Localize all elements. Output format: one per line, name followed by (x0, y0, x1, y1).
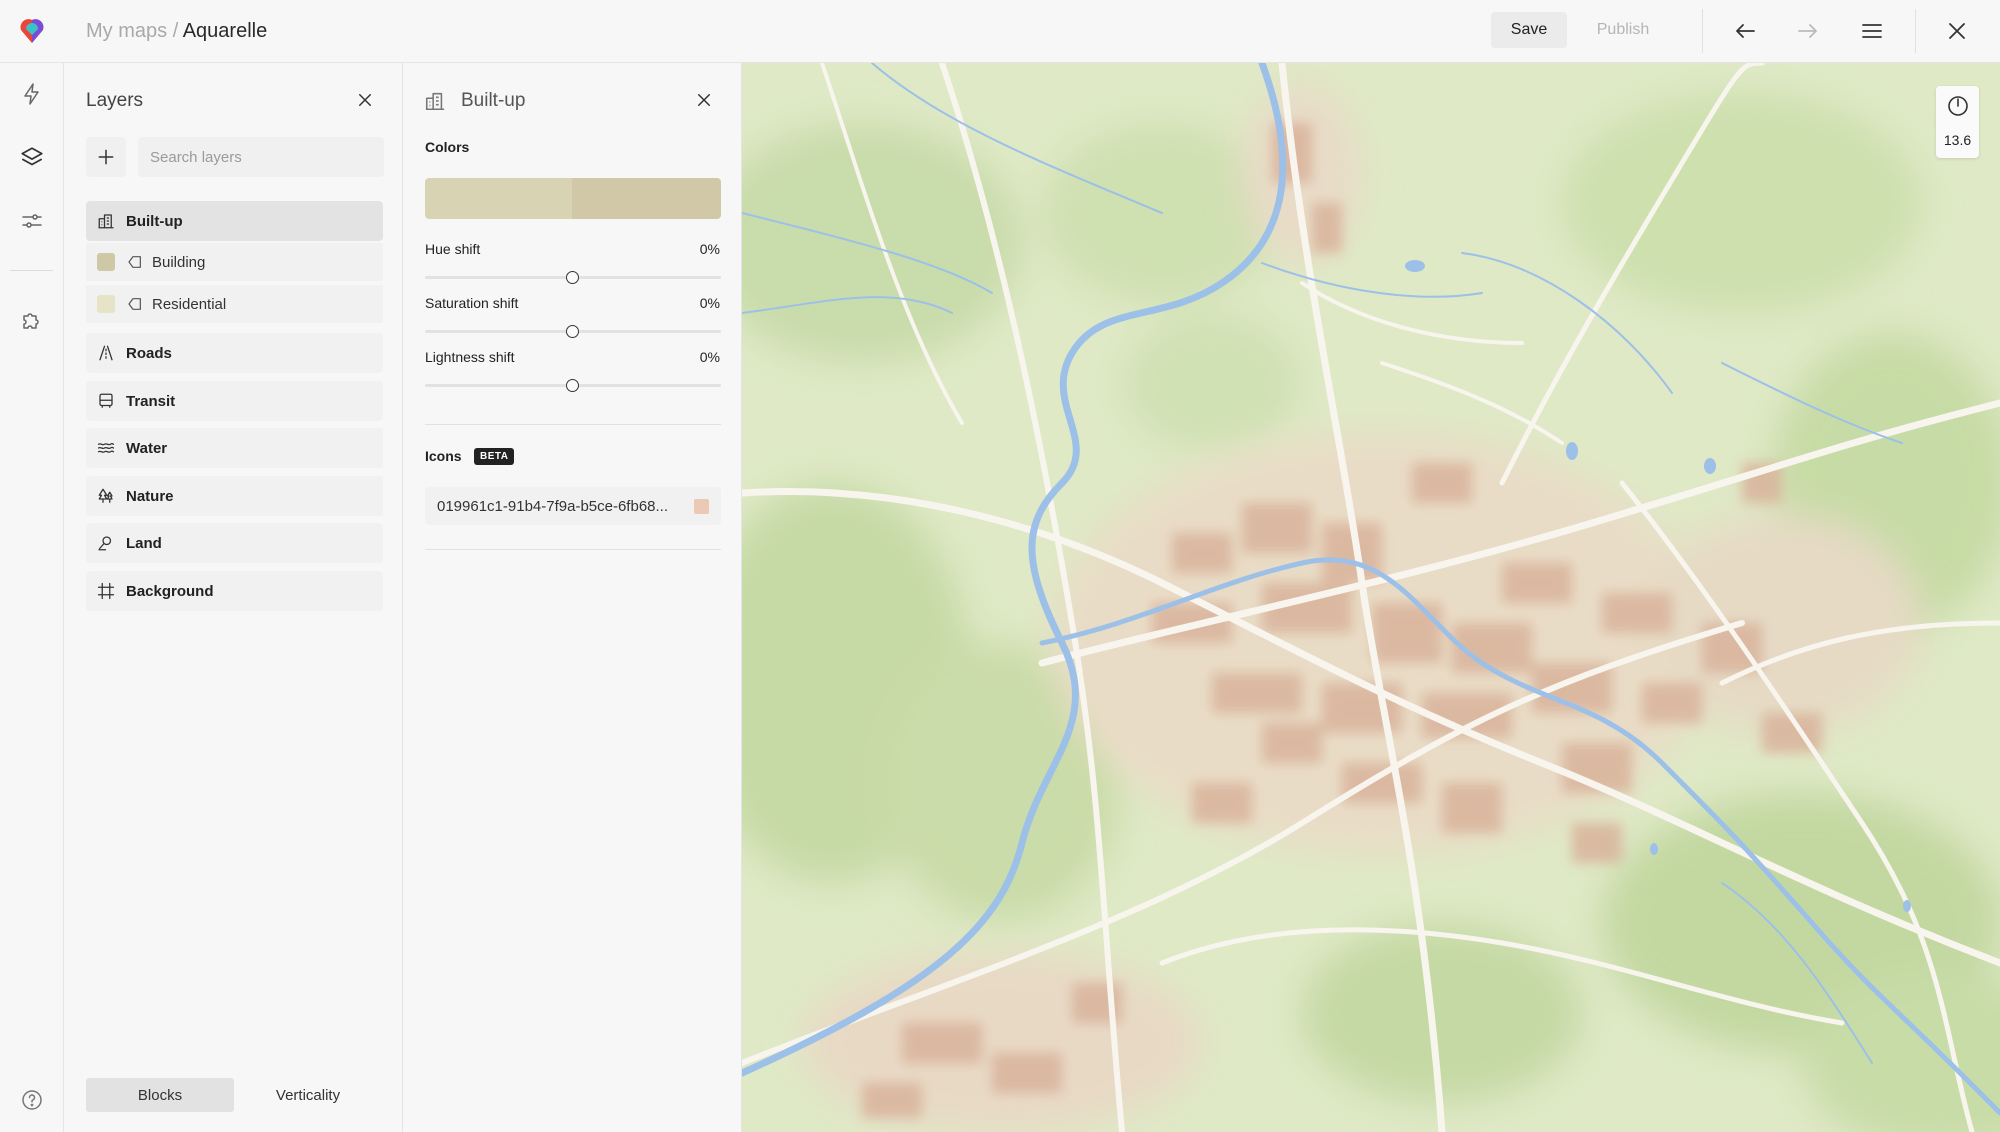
buildings-icon (95, 210, 117, 232)
close-icon (359, 94, 371, 106)
hue-shift-label: Hue shift (425, 241, 481, 257)
layers-icon (21, 147, 43, 166)
saturation-shift-label: Saturation shift (425, 295, 519, 311)
rail-item-plugins[interactable] (15, 303, 49, 337)
icon-item[interactable]: 019961c1-91b4-7f9a-b5ce-6fb68... (425, 487, 721, 525)
layer-group-label: Transit (126, 392, 176, 410)
saturation-shift-value: 0% (699, 295, 720, 311)
layer-group-land[interactable]: Land (86, 523, 383, 563)
map-title[interactable]: Aquarelle (183, 20, 268, 42)
rail-item-adjust[interactable] (15, 204, 49, 238)
detail-panel-title: Built-up (461, 90, 526, 111)
layer-group-nature[interactable]: Nature (86, 476, 383, 516)
trees-icon (95, 485, 117, 507)
menu-icon (1862, 24, 1882, 38)
rail-item-layers[interactable] (15, 141, 49, 175)
hue-shift-value: 0% (699, 241, 720, 257)
plus-icon (98, 149, 114, 165)
color-palette-bar[interactable] (425, 178, 721, 219)
palette-color-2[interactable] (572, 178, 721, 219)
zoom-widget[interactable]: 13.6 (1936, 86, 1979, 158)
layer-group-background[interactable]: Background (86, 571, 383, 611)
sliders-icon (22, 214, 42, 228)
palette-color-1[interactable] (425, 178, 572, 219)
road-icon (95, 342, 117, 364)
header-divider (1915, 9, 1916, 53)
layer-group-transit[interactable]: Transit (86, 381, 383, 421)
fill-tag-icon (126, 253, 144, 271)
layer-group-label: Built-up (126, 212, 183, 230)
mode-verticality-button[interactable]: Verticality (234, 1078, 382, 1112)
bus-icon (95, 390, 117, 412)
map-render[interactable] (742, 63, 2000, 1132)
top-bar: My maps / Aquarelle Save Publish (0, 0, 2000, 63)
section-divider (425, 549, 721, 550)
layer-group-label: Roads (126, 344, 172, 362)
menu-button[interactable] (1855, 14, 1889, 48)
color-swatch[interactable] (97, 295, 115, 313)
undo-button[interactable] (1728, 14, 1762, 48)
bolt-icon (24, 83, 39, 105)
saturation-shift-handle[interactable] (566, 325, 579, 338)
breadcrumb-separator: / (172, 20, 179, 42)
layer-group-label: Nature (126, 487, 174, 505)
hue-shift-handle[interactable] (566, 271, 579, 284)
lightness-shift-value: 0% (699, 349, 720, 365)
view-mode-toggle: Blocks Verticality (86, 1078, 383, 1112)
zoom-level: 13.6 (1943, 132, 1972, 148)
buildings-icon (425, 92, 445, 111)
layer-detail-panel: Built-up Colors Hue shift 0% Saturation … (403, 63, 742, 1132)
lightness-shift-handle[interactable] (566, 379, 579, 392)
header-divider (1702, 9, 1703, 53)
rail-item-actions[interactable] (15, 77, 49, 111)
layer-group-built-up[interactable]: Built-up (86, 201, 383, 241)
sublayer-label: Building (152, 253, 206, 271)
color-swatch[interactable] (97, 253, 115, 271)
grid-frame-icon (95, 580, 117, 602)
layers-panel-title: Layers (86, 90, 144, 111)
redo-button[interactable] (1791, 14, 1825, 48)
close-editor-button[interactable] (1940, 14, 1974, 48)
colors-section-label: Colors (425, 139, 470, 155)
redo-arrow-icon (1798, 24, 1817, 38)
pin-icon (95, 532, 117, 554)
mode-blocks-button[interactable]: Blocks (86, 1078, 234, 1112)
layer-group-label: Water (126, 439, 168, 457)
close-icon (698, 94, 710, 106)
beta-badge: BETA (474, 448, 515, 465)
close-layers-button[interactable] (352, 87, 378, 113)
breadcrumb-root[interactable]: My maps (86, 20, 167, 42)
lightness-shift-label: Lightness shift (425, 349, 515, 365)
layer-group-roads[interactable]: Roads (86, 333, 383, 373)
search-layers-input[interactable] (138, 137, 384, 177)
layer-group-label: Background (126, 582, 214, 600)
icons-section-label: Icons (425, 448, 462, 464)
help-icon (22, 1090, 42, 1110)
icon-id: 019961c1-91b4-7f9a-b5ce-6fb68... (437, 497, 669, 515)
add-layer-button[interactable] (86, 137, 126, 177)
map-canvas[interactable] (742, 63, 2000, 1132)
sublayer-residential[interactable]: Residential (86, 285, 383, 323)
tool-rail (0, 63, 64, 1132)
undo-arrow-icon (1736, 24, 1755, 38)
fill-tag-icon (126, 295, 144, 313)
compass-reset-icon[interactable] (1946, 94, 1970, 118)
section-divider (425, 424, 721, 425)
close-icon (1949, 23, 1965, 39)
rail-item-help[interactable] (15, 1083, 49, 1117)
rail-divider (10, 270, 53, 271)
icon-color-swatch[interactable] (694, 498, 709, 514)
save-button[interactable]: Save (1491, 12, 1567, 48)
breadcrumb: My maps / Aquarelle (86, 18, 267, 44)
publish-button[interactable]: Publish (1582, 12, 1664, 48)
layer-group-label: Land (126, 534, 162, 552)
layer-group-water[interactable]: Water (86, 428, 383, 468)
layers-panel: Layers Built-up Building Residential Roa… (64, 63, 403, 1132)
sublayer-building[interactable]: Building (86, 243, 383, 281)
logo-icon[interactable] (17, 15, 47, 45)
sublayer-label: Residential (152, 295, 227, 313)
waves-icon (95, 437, 117, 459)
close-detail-button[interactable] (691, 87, 717, 113)
puzzle-icon (23, 313, 39, 329)
